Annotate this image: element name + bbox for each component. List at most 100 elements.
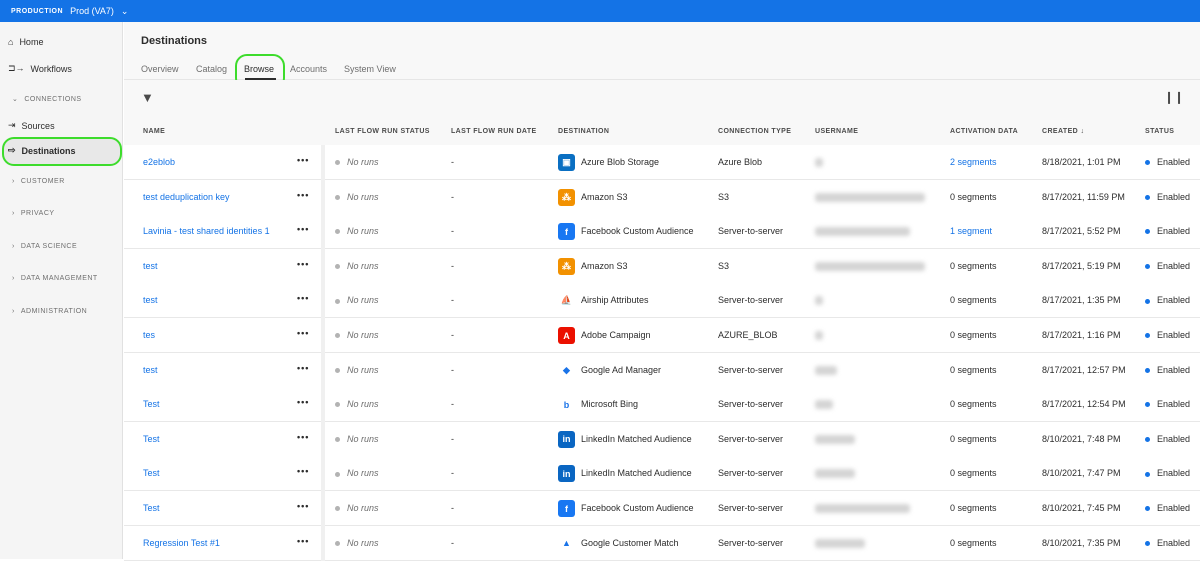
destination-name-link[interactable]: Test [143, 468, 160, 478]
sidebar-item-destinations[interactable]: ⇨ Destinations [8, 145, 76, 156]
table-row[interactable]: Lavinia - test shared identities 1 ••• N… [124, 214, 1200, 250]
destination-name-link[interactable]: tes [143, 330, 155, 340]
table-row[interactable]: Regression Test #1 ••• No runs - ▲ Googl… [124, 525, 1200, 561]
status-dot-icon [335, 540, 340, 546]
bing-icon: b [558, 396, 575, 414]
table-row[interactable]: tes ••• No runs - A Adobe Campaign AZURE… [124, 318, 1200, 353]
column-header[interactable]: LAST FLOW RUN DATE [451, 128, 537, 135]
column-header[interactable]: STATUS [1145, 128, 1174, 135]
sidebar-item-sources[interactable]: ⇥ Sources [8, 120, 55, 131]
sidebar-section-data-science[interactable]: › DATA SCIENCE [12, 243, 77, 250]
column-settings-icon[interactable]: ❙❙ [1164, 90, 1184, 104]
column-header[interactable]: USERNAME [815, 128, 858, 135]
activation-data[interactable]: 1 segment [950, 226, 992, 236]
tab-catalog[interactable]: Catalog [196, 64, 227, 74]
more-actions-icon[interactable]: ••• [297, 190, 309, 200]
destination-name-link[interactable]: Test [143, 434, 160, 444]
last-flow-run-status: No runs [335, 295, 379, 305]
destination-type: Google Customer Match [581, 537, 679, 548]
destination-name-link[interactable]: test deduplication key [143, 192, 230, 202]
sidebar-item-workflows[interactable]: ⊐→ Workflows [8, 63, 72, 74]
tab-overview[interactable]: Overview [141, 64, 179, 74]
column-header[interactable]: NAME [143, 128, 165, 135]
more-actions-icon[interactable]: ••• [297, 328, 309, 338]
filter-icon[interactable]: ▼ [141, 90, 154, 105]
destination-name-link[interactable]: Test [143, 503, 160, 513]
column-header[interactable]: DESTINATION [558, 128, 609, 135]
column-divider [321, 352, 325, 388]
last-flow-run-status: No runs [335, 399, 379, 409]
destination-name-link[interactable]: Regression Test #1 [143, 538, 220, 548]
connection-type: S3 [718, 260, 730, 271]
toolbar: ▼ ❙❙ [124, 80, 1200, 122]
table-row[interactable]: test ••• No runs - ⁂ Amazon S3 S3 0 segm… [124, 248, 1200, 284]
run-status-text: No runs [347, 503, 379, 513]
sidebar-label: ADMINISTRATION [20, 308, 88, 315]
table-row[interactable]: test deduplication key ••• No runs - ⁂ A… [124, 179, 1200, 215]
more-actions-icon[interactable]: ••• [297, 466, 309, 476]
username-redacted [815, 261, 925, 271]
destination-name-link[interactable]: test [143, 365, 158, 375]
destination-type: Facebook Custom Audience [581, 503, 694, 513]
last-flow-run-status: No runs [335, 226, 379, 236]
more-actions-icon[interactable]: ••• [297, 224, 309, 234]
tab-accounts[interactable]: Accounts [290, 64, 327, 74]
last-flow-run-date: - [451, 503, 454, 513]
more-actions-icon[interactable]: ••• [297, 363, 309, 373]
destination-type: Facebook Custom Audience [581, 226, 694, 237]
last-flow-run-date: - [451, 295, 454, 306]
chevron-down-icon: ⌄ [12, 96, 19, 103]
status-text: Enabled [1157, 191, 1191, 202]
sidebar-item-home[interactable]: ⌂ Home [8, 37, 43, 47]
status-dot-icon [335, 194, 340, 200]
table-row[interactable]: test ••• No runs - ◆ Google Ad Manager S… [124, 352, 1200, 388]
connection-type: S3 [718, 191, 730, 202]
last-flow-run-status: No runs [335, 365, 379, 375]
sidebar-section-customer[interactable]: › CUSTOMER [12, 178, 65, 185]
table-row[interactable]: Test ••• No runs - in LinkedIn Matched A… [124, 421, 1200, 457]
more-actions-icon[interactable]: ••• [297, 155, 309, 165]
destination-name-link[interactable]: test [143, 295, 158, 305]
status-dot-icon [1145, 229, 1150, 235]
destination-name-link[interactable]: Lavinia - test shared identities 1 [143, 226, 270, 236]
table-row[interactable]: Test ••• No runs - in LinkedIn Matched A… [124, 456, 1200, 492]
sidebar-section-data-management[interactable]: › DATA MANAGEMENT [12, 275, 98, 282]
destination-name-link[interactable]: test [143, 261, 158, 271]
chevron-right-icon: › [12, 275, 15, 282]
table-row[interactable]: test ••• No runs - ⛵ Airship Attributes … [124, 283, 1200, 319]
table-row[interactable]: e2eblob ••• No runs - ▣ Azure Blob Stora… [124, 145, 1200, 180]
status-dot-icon [335, 367, 340, 373]
created-date: 8/10/2021, 7:45 PM [1042, 503, 1121, 513]
created-date: 8/17/2021, 11:59 PM [1042, 191, 1125, 202]
sidebar-section-administration[interactable]: › ADMINISTRATION [12, 308, 87, 315]
column-divider [321, 248, 325, 284]
column-header[interactable]: CONNECTION TYPE [718, 128, 791, 135]
column-header[interactable]: ACTIVATION DATA [950, 128, 1018, 135]
activation-data[interactable]: 2 segments [950, 157, 997, 167]
table-row[interactable]: Test ••• No runs - f Facebook Custom Aud… [124, 491, 1200, 526]
column-header[interactable]: LAST FLOW RUN STATUS [335, 128, 430, 135]
run-status-text: No runs [347, 330, 379, 340]
table-row[interactable]: Test ••• No runs - b Microsoft Bing Serv… [124, 387, 1200, 423]
destination-name-link[interactable]: e2eblob [143, 157, 175, 167]
tab-system-view[interactable]: System View [344, 64, 396, 74]
destinations-icon: ⇨ [8, 145, 16, 155]
sidebar-label: Sources [21, 120, 55, 131]
sidebar-label: Workflows [30, 63, 72, 74]
environment-switcher[interactable]: Prod (VA7) [70, 6, 114, 16]
more-actions-icon[interactable]: ••• [297, 293, 309, 303]
more-actions-icon[interactable]: ••• [297, 259, 309, 269]
activation-data: 0 segments [950, 399, 997, 410]
destination-name-link[interactable]: Test [143, 399, 160, 409]
sidebar-label: CUSTOMER [20, 178, 65, 185]
username-redacted [815, 400, 833, 410]
more-actions-icon[interactable]: ••• [297, 501, 309, 511]
sidebar-section-connections[interactable]: ⌄ CONNECTIONS [12, 95, 82, 104]
chevron-down-icon[interactable]: ⌄ [121, 6, 129, 17]
column-header[interactable]: CREATED ↓ [1042, 128, 1084, 135]
sidebar-section-privacy[interactable]: › PRIVACY [12, 210, 55, 217]
more-actions-icon[interactable]: ••• [297, 397, 309, 407]
activation-data: 0 segments [950, 260, 997, 271]
more-actions-icon[interactable]: ••• [297, 432, 309, 442]
more-actions-icon[interactable]: ••• [297, 536, 309, 546]
